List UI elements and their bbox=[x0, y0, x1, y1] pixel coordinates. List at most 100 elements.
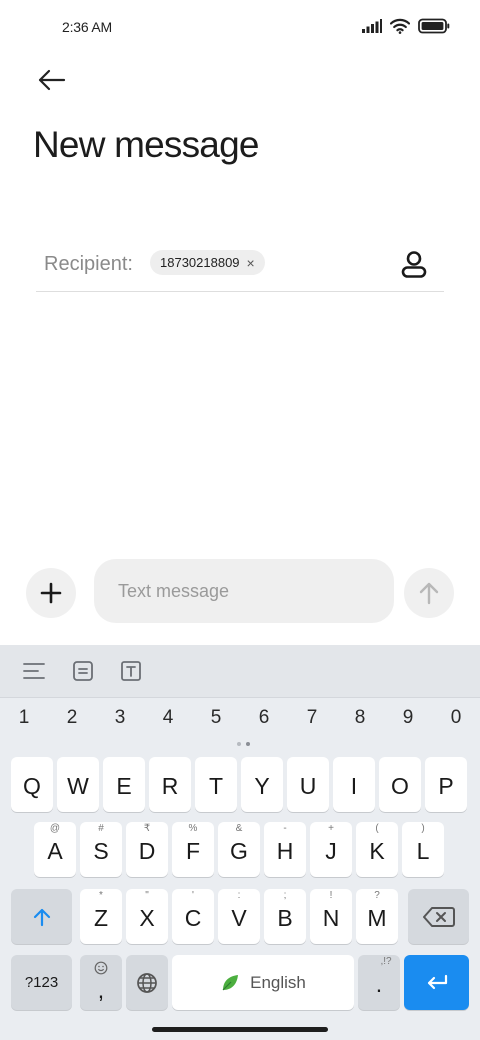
key-j[interactable]: + J bbox=[310, 822, 352, 877]
key-hint: : bbox=[237, 890, 241, 901]
key-n[interactable]: ! N bbox=[310, 889, 352, 944]
key-w[interactable]: W bbox=[57, 757, 99, 812]
key-t[interactable]: T bbox=[195, 757, 237, 812]
battery-icon bbox=[418, 18, 450, 34]
key-z[interactable]: * Z bbox=[80, 889, 122, 944]
key-label: R bbox=[161, 773, 179, 799]
language-key[interactable] bbox=[126, 955, 168, 1010]
period-hint: ,!? bbox=[380, 956, 392, 967]
key-hint: # bbox=[98, 823, 104, 834]
key-label: Z bbox=[93, 905, 109, 931]
back-arrow-icon bbox=[38, 69, 66, 91]
key-label: P bbox=[438, 773, 454, 799]
number-key-9[interactable]: 9 bbox=[388, 707, 428, 729]
key-label: M bbox=[367, 905, 387, 931]
key-h[interactable]: -H bbox=[264, 822, 306, 877]
recipient-chip-number: 18730218809 bbox=[160, 255, 240, 270]
status-icons bbox=[362, 18, 450, 34]
contacts-button[interactable] bbox=[396, 246, 432, 282]
number-key-1[interactable]: 1 bbox=[4, 707, 44, 729]
key-g[interactable]: & G bbox=[218, 822, 260, 877]
key-a[interactable]: @ A bbox=[34, 822, 76, 877]
key-r[interactable]: R bbox=[149, 757, 191, 812]
number-key-5[interactable]: 5 bbox=[196, 707, 236, 729]
text-format-icon[interactable] bbox=[118, 658, 144, 684]
key-hint: - bbox=[283, 823, 287, 834]
recipient-label: Recipient: bbox=[44, 253, 133, 275]
key-o[interactable]: O bbox=[379, 757, 421, 812]
key-hint: ( bbox=[375, 823, 379, 834]
plus-icon bbox=[40, 582, 62, 604]
key-q[interactable]: Q bbox=[11, 757, 53, 812]
number-key-3[interactable]: 3 bbox=[100, 707, 140, 729]
key-label: H bbox=[276, 838, 294, 864]
key-label: U bbox=[299, 773, 317, 799]
contact-person-icon bbox=[401, 251, 427, 278]
key-y[interactable]: Y bbox=[241, 757, 283, 812]
key-label: V bbox=[231, 905, 247, 931]
key-x[interactable]: " X bbox=[126, 889, 168, 944]
number-key-4[interactable]: 4 bbox=[148, 707, 188, 729]
send-button[interactable] bbox=[404, 568, 454, 618]
key-e[interactable]: E bbox=[103, 757, 145, 812]
period-key[interactable]: ,!?. bbox=[358, 955, 400, 1010]
shift-arrow-icon bbox=[33, 908, 50, 926]
key-m[interactable]: ? M bbox=[356, 889, 398, 944]
clipboard-icon[interactable] bbox=[70, 658, 96, 684]
page-title: New message bbox=[33, 124, 259, 165]
leaf-icon bbox=[222, 974, 239, 990]
period-label: . bbox=[375, 971, 383, 997]
message-input[interactable] bbox=[94, 559, 394, 623]
key-label: O bbox=[391, 773, 409, 799]
key-label: W bbox=[67, 773, 89, 799]
key-label: L bbox=[416, 838, 430, 864]
add-attachment-button[interactable] bbox=[26, 568, 76, 618]
key-hint: ₹ bbox=[143, 823, 151, 834]
key-hint: ! bbox=[329, 890, 333, 901]
back-button[interactable] bbox=[32, 62, 72, 98]
enter-key[interactable] bbox=[404, 955, 469, 1010]
key-hint: @ bbox=[49, 823, 61, 834]
number-key-7[interactable]: 7 bbox=[292, 707, 332, 729]
key-s[interactable]: # S bbox=[80, 822, 122, 877]
key-i[interactable]: I bbox=[333, 757, 375, 812]
home-indicator[interactable] bbox=[152, 1027, 328, 1032]
menu-lines-icon[interactable] bbox=[21, 658, 47, 684]
key-hint: ' bbox=[192, 890, 194, 901]
key-u[interactable]: U bbox=[287, 757, 329, 812]
page-dots bbox=[237, 742, 250, 746]
key-label: T bbox=[208, 773, 224, 799]
space-key[interactable]: English bbox=[172, 955, 354, 1010]
number-key-8[interactable]: 8 bbox=[340, 707, 380, 729]
number-key-2[interactable]: 2 bbox=[52, 707, 92, 729]
backspace-key[interactable] bbox=[408, 889, 469, 944]
chip-remove-icon[interactable]: × bbox=[247, 256, 255, 270]
key-c[interactable]: ' C bbox=[172, 889, 214, 944]
number-key-0[interactable]: 0 bbox=[436, 707, 476, 729]
recipient-chip[interactable]: 18730218809 × bbox=[150, 250, 265, 275]
emoji-icon bbox=[94, 961, 108, 975]
key-hint: ? bbox=[374, 890, 380, 901]
comma-emoji-key[interactable]: , bbox=[80, 955, 122, 1010]
key-f[interactable]: % F bbox=[172, 822, 214, 877]
shift-key[interactable] bbox=[11, 889, 72, 944]
key-hint: & bbox=[235, 823, 243, 834]
backspace-icon bbox=[422, 906, 455, 927]
key-label: E bbox=[116, 773, 132, 799]
number-key-6[interactable]: 6 bbox=[244, 707, 284, 729]
key-l[interactable]: ) L bbox=[402, 822, 444, 877]
key-p[interactable]: P bbox=[425, 757, 467, 812]
space-key-label: English bbox=[250, 972, 306, 992]
key-label: F bbox=[185, 838, 201, 864]
key-d[interactable]: ₹ D bbox=[126, 822, 168, 877]
key-hint: * bbox=[99, 890, 103, 901]
key-v[interactable]: :V bbox=[218, 889, 260, 944]
key-label: A bbox=[47, 838, 63, 864]
key-k[interactable]: (K bbox=[356, 822, 398, 877]
key-label: X bbox=[139, 905, 155, 931]
symbols-key[interactable]: ?123 bbox=[11, 955, 72, 1010]
key-b[interactable]: ; B bbox=[264, 889, 306, 944]
recipient-field[interactable]: Recipient: 18730218809 × bbox=[36, 240, 444, 292]
keyboard-toolbar bbox=[0, 645, 480, 698]
key-label: J bbox=[325, 838, 337, 864]
